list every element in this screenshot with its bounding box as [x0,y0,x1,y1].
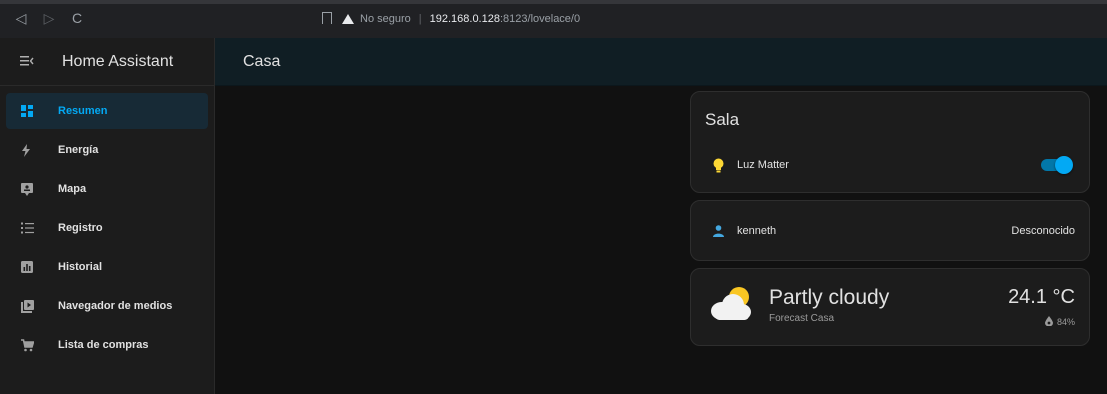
light-toggle[interactable] [1039,156,1073,174]
sidebar-item-label: Resumen [58,105,108,117]
toggle-thumb [1055,156,1073,174]
sidebar-item-label: Historial [58,261,103,273]
back-icon[interactable]: ◁ [14,10,28,27]
app-title: Home Assistant [62,52,174,70]
lightning-bolt-icon [6,143,58,157]
sidebar-item-resumen[interactable]: Resumen [6,93,208,129]
security-label[interactable]: No seguro [360,13,411,25]
logbook-icon [6,222,58,234]
sidebar-item-label: Energía [58,144,99,156]
entity-name[interactable]: Luz Matter [737,159,1039,171]
url-path: :8123/lovelace/0 [499,13,581,25]
weather-forecast-card[interactable]: Partly cloudy Forecast Casa 24.1 °C 84% [690,268,1090,346]
weather-source: Forecast Casa [769,313,835,324]
weather-humidity: 84% [1044,316,1075,328]
address-separator: | [418,13,422,25]
reload-icon[interactable]: C [70,10,84,27]
card-title: Sala [705,110,740,129]
media-player-icon [6,299,58,313]
weather-condition: Partly cloudy [769,286,890,309]
sidebar-item-registro[interactable]: Registro [6,210,208,246]
humidity-value: 84% [1056,317,1075,327]
dashboard-icon [6,105,58,117]
history-chart-icon [6,261,58,273]
browser-toolbar: ◁ ▷ C No seguro | 192.168.0.128:8123/lov… [0,0,1107,38]
sidebar-item-label: Lista de compras [58,339,149,351]
map-icon [6,182,58,196]
url-host: 192.168.0.128 [429,13,500,25]
cart-icon [6,338,58,352]
sidebar-item-historial[interactable]: Historial [6,249,208,285]
person-icon[interactable] [691,225,737,237]
bookmark-icon[interactable] [322,12,332,28]
sidebar-nav: Resumen Energía Mapa Registro Historial [0,86,214,363]
entity-row-luz-matter[interactable]: Luz Matter [691,150,1089,180]
water-drop-icon [1044,316,1053,328]
sidebar-header: Home Assistant [0,38,214,86]
browser-nav: ◁ ▷ C [14,10,84,27]
sidebar-item-energia[interactable]: Energía [6,132,208,168]
forward-icon[interactable]: ▷ [42,10,56,27]
sidebar-item-mapa[interactable]: Mapa [6,171,208,207]
partly-cloudy-icon [709,283,755,323]
entity-name[interactable]: kenneth [737,225,1011,237]
sidebar: Home Assistant Resumen Energía Mapa Regi… [0,38,215,394]
top-app-bar: Casa [215,38,1107,86]
sidebar-item-label: Mapa [58,183,87,195]
lightbulb-icon[interactable] [691,158,737,173]
sidebar-item-navegador-de-medios[interactable]: Navegador de medios [6,288,208,324]
menu-collapse-icon[interactable] [0,54,62,70]
warning-icon [342,14,354,24]
weather-temperature: 24.1 °C [1008,286,1075,308]
sidebar-item-label: Navegador de medios [58,300,173,312]
entity-card-person: kenneth Desconocido [690,200,1090,261]
sidebar-item-label: Registro [58,222,103,234]
entity-row-kenneth[interactable]: kenneth Desconocido [691,216,1089,246]
entity-state: Desconocido [1011,225,1075,237]
sidebar-item-lista-de-compras[interactable]: Lista de compras [6,327,208,363]
page-title: Casa [243,52,281,70]
address-bar[interactable]: No seguro | 192.168.0.128:8123/lovelace/… [342,8,580,30]
entities-card-sala: Sala Luz Matter [690,91,1090,193]
